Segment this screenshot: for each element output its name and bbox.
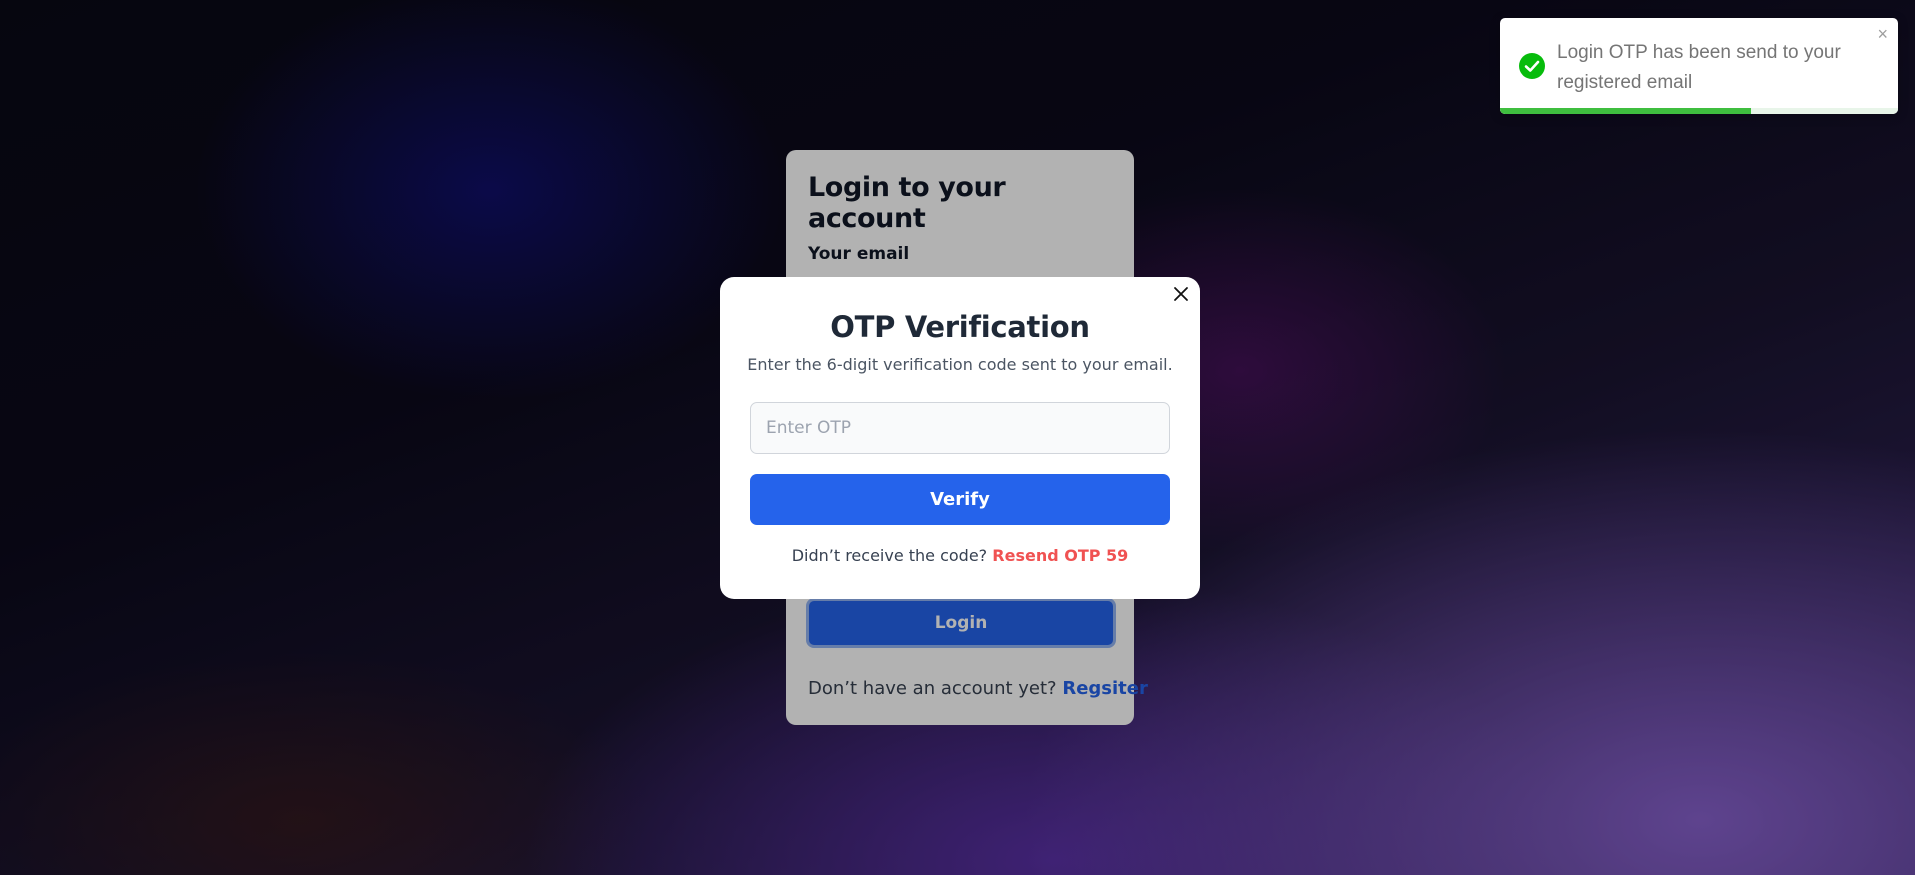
otp-input[interactable] [750,402,1170,454]
resend-line: Didn’t receive the code? Resend OTP 59 [720,546,1200,565]
toast-notification[interactable]: Login OTP has been send to your register… [1500,18,1898,114]
toast-progress-bar [1500,108,1751,114]
otp-subtitle: Enter the 6-digit verification code sent… [747,355,1173,374]
resend-otp-link[interactable]: Resend OTP 59 [992,546,1128,565]
toast-message: Login OTP has been send to your register… [1557,42,1841,93]
otp-modal: OTP Verification Enter the 6-digit verif… [720,277,1200,599]
resend-prompt: Didn’t receive the code? [791,546,988,565]
otp-title: OTP Verification [830,310,1090,344]
close-icon[interactable] [1170,283,1192,305]
verify-button[interactable]: Verify [750,474,1170,525]
toast-progress-track [1500,108,1898,114]
check-circle-icon [1518,52,1546,80]
toast-close-icon[interactable]: × [1877,24,1888,44]
